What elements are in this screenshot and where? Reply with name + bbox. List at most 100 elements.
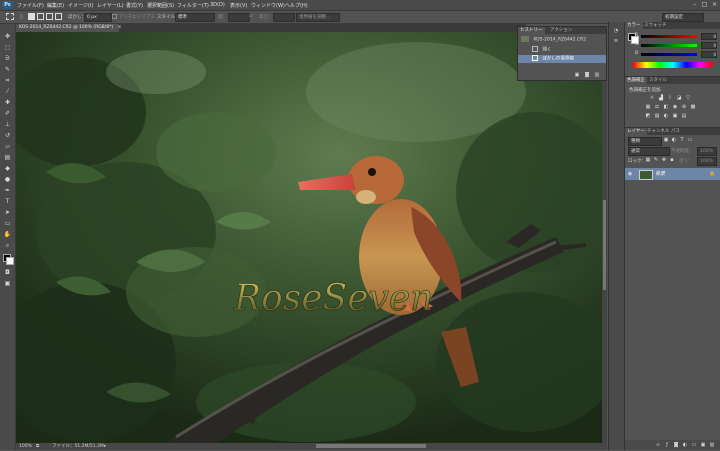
move-tool-icon[interactable]: ✥ bbox=[3, 32, 12, 41]
tab-history[interactable]: ヒストリー bbox=[518, 27, 545, 34]
color-lookup-icon[interactable]: ▩ bbox=[690, 104, 696, 110]
color-spectrum-ramp[interactable] bbox=[633, 62, 713, 68]
history-item[interactable]: 開く bbox=[518, 46, 606, 54]
width-input[interactable] bbox=[228, 13, 250, 22]
new-group-icon[interactable]: ▭ bbox=[691, 442, 697, 448]
eye-icon[interactable]: ◉ bbox=[627, 171, 633, 177]
document-canvas[interactable]: RoseSeven bbox=[16, 32, 602, 443]
feather-input[interactable]: 0 px bbox=[84, 13, 112, 22]
black-white-icon[interactable]: ◧ bbox=[663, 104, 669, 110]
history-brush-tool-icon[interactable]: ↺ bbox=[3, 131, 12, 140]
red-value[interactable]: 0 bbox=[701, 33, 717, 40]
history-item-selected[interactable]: ぼかしの境界線 bbox=[518, 55, 606, 63]
style-select[interactable]: 標準 bbox=[175, 13, 215, 22]
swap-icon[interactable]: ⇄ bbox=[249, 14, 253, 19]
subtract-selection-icon[interactable] bbox=[46, 13, 53, 20]
levels-icon[interactable]: ▟ bbox=[658, 95, 664, 101]
menu-layer[interactable]: レイヤー(L) bbox=[97, 2, 124, 9]
threshold-icon[interactable]: ◐ bbox=[663, 113, 669, 119]
marquee-tool-icon[interactable]: ⬚ bbox=[3, 43, 12, 52]
menu-help[interactable]: ヘルプ(H) bbox=[285, 2, 308, 9]
tab-layers[interactable]: レイヤー bbox=[625, 128, 647, 135]
vertical-scroll-thumb[interactable] bbox=[603, 200, 606, 290]
trash-icon[interactable]: ▥ bbox=[594, 72, 600, 78]
posterize-icon[interactable]: ▨ bbox=[654, 113, 660, 119]
vertical-scrollbar[interactable] bbox=[602, 32, 607, 443]
workspace-select[interactable]: 初期設定 bbox=[662, 13, 704, 22]
intersect-selection-icon[interactable] bbox=[55, 13, 62, 20]
lock-position-icon[interactable]: ✥ bbox=[661, 157, 667, 163]
layer-mask-icon[interactable]: ◙ bbox=[673, 442, 679, 448]
menu-file[interactable]: ファイル(F) bbox=[17, 2, 44, 9]
hue-saturation-icon[interactable]: ▦ bbox=[645, 104, 651, 110]
menu-filter[interactable]: フィルター(T) bbox=[177, 2, 209, 9]
tab-color[interactable]: カラー bbox=[625, 22, 643, 29]
menu-3d[interactable]: 3D(D) bbox=[210, 2, 225, 8]
tab-channels[interactable]: チャンネル bbox=[645, 128, 671, 135]
gradient-tool-icon[interactable]: ▤ bbox=[3, 153, 12, 162]
brush-tool-icon[interactable]: ✐ bbox=[3, 109, 12, 118]
trash-icon[interactable]: ▥ bbox=[709, 442, 715, 448]
menu-select[interactable]: 選択範囲(S) bbox=[147, 2, 174, 9]
pixel-filter-icon[interactable]: ▣ bbox=[663, 137, 669, 143]
fx-icon[interactable]: ƒ bbox=[664, 442, 670, 448]
close-window-button[interactable]: × bbox=[710, 1, 719, 8]
tab-swatches[interactable]: スウォッチ bbox=[642, 22, 669, 29]
blue-value[interactable]: 0 bbox=[701, 51, 717, 58]
maximize-button[interactable]: □ bbox=[700, 1, 709, 8]
screen-mode-icon[interactable]: ▣ bbox=[3, 279, 12, 288]
close-tab-icon[interactable]: × bbox=[118, 25, 122, 30]
add-selection-icon[interactable] bbox=[37, 13, 44, 20]
file-info[interactable]: ファイル：51.2M/51.2M bbox=[52, 443, 104, 450]
red-slider[interactable]: R 0 bbox=[635, 33, 717, 40]
gradient-map-icon[interactable]: ▤ bbox=[681, 113, 687, 119]
green-gradient-bar[interactable] bbox=[641, 44, 697, 47]
link-layers-icon[interactable]: ∞ bbox=[655, 442, 661, 448]
tab-paths[interactable]: パス bbox=[669, 128, 682, 135]
quick-select-tool-icon[interactable]: ✎ bbox=[3, 65, 12, 74]
new-layer-icon[interactable]: ▣ bbox=[700, 442, 706, 448]
opacity-input[interactable]: 100% bbox=[697, 147, 717, 156]
tab-actions[interactable]: アクション bbox=[548, 27, 574, 34]
shape-filter-icon[interactable]: ▭ bbox=[687, 137, 693, 143]
height-input[interactable] bbox=[273, 13, 295, 22]
properties-panel-icon[interactable]: ≡ bbox=[613, 38, 619, 44]
fill-input[interactable]: 100% bbox=[697, 157, 717, 166]
zoom-level[interactable]: 100% bbox=[19, 443, 32, 450]
blue-gradient-bar[interactable] bbox=[641, 53, 697, 56]
menu-view[interactable]: 表示(V) bbox=[230, 2, 247, 9]
red-gradient-bar[interactable] bbox=[641, 35, 697, 38]
dodge-tool-icon[interactable]: ● bbox=[3, 175, 12, 184]
lock-pixels-icon[interactable]: ✎ bbox=[653, 157, 659, 163]
channel-mixer-icon[interactable]: ⊕ bbox=[681, 104, 687, 110]
menu-type[interactable]: 書式(Y) bbox=[126, 2, 143, 9]
lasso-tool-icon[interactable]: ᘐ bbox=[3, 54, 12, 63]
document-tab[interactable]: KOS-2014_RZ6442.CR2 @ 100% (RGB/8*) × bbox=[16, 24, 122, 32]
blue-slider[interactable]: B 0 bbox=[635, 51, 717, 58]
brightness-icon[interactable]: ☼ bbox=[649, 95, 655, 101]
shape-tool-icon[interactable]: ▭ bbox=[3, 219, 12, 228]
new-document-from-state-icon[interactable]: ▣ bbox=[574, 72, 580, 78]
pen-tool-icon[interactable]: ✒ bbox=[3, 186, 12, 195]
hand-tool-icon[interactable]: ✋ bbox=[3, 230, 12, 239]
tab-styles[interactable]: スタイル bbox=[647, 77, 669, 84]
eyedropper-tool-icon[interactable]: ⁄ bbox=[3, 87, 12, 96]
antialias-checkbox[interactable] bbox=[112, 14, 117, 19]
background-color-swatch[interactable] bbox=[6, 257, 14, 265]
new-adjustment-icon[interactable]: ◐ bbox=[682, 442, 688, 448]
eraser-tool-icon[interactable]: ▱ bbox=[3, 142, 12, 151]
lock-transparency-icon[interactable]: ▦ bbox=[645, 157, 651, 163]
green-slider[interactable]: G 0 bbox=[635, 42, 717, 49]
layer-row[interactable]: ◉ 背景 🔒 bbox=[625, 168, 720, 180]
menu-edit[interactable]: 編集(E) bbox=[47, 2, 64, 9]
path-select-tool-icon[interactable]: ➤ bbox=[3, 208, 12, 217]
stamp-tool-icon[interactable]: ⊥ bbox=[3, 120, 12, 129]
photo-filter-icon[interactable]: ◉ bbox=[672, 104, 678, 110]
color-balance-icon[interactable]: ⚖ bbox=[654, 104, 660, 110]
lock-all-icon[interactable]: ▪ bbox=[669, 157, 675, 163]
camera-icon[interactable]: ◙ bbox=[584, 72, 590, 78]
marquee-tool-icon[interactable] bbox=[6, 13, 14, 20]
adjustment-filter-icon[interactable]: ◐ bbox=[671, 137, 677, 143]
layer-name[interactable]: 背景 bbox=[655, 170, 665, 178]
blend-mode-select[interactable]: 通常 bbox=[628, 147, 670, 156]
